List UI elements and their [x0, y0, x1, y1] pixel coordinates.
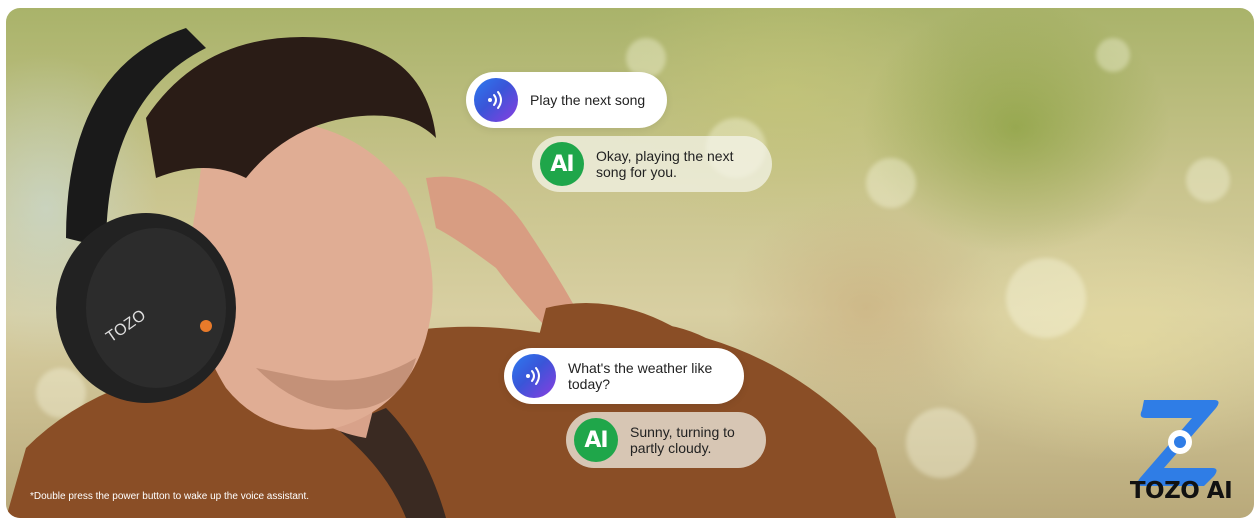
- voice-wave-icon: [474, 78, 518, 122]
- chat-message: Okay, playing the next song for you.: [596, 148, 734, 180]
- chat-bubble-ai: AI Sunny, turning to partly cloudy.: [566, 412, 766, 468]
- bokeh-light: [1096, 38, 1130, 72]
- logo-text: TOZO AI: [1129, 478, 1233, 504]
- hero-banner: TOZO Play the next song AI Okay, playing…: [6, 8, 1254, 518]
- bokeh-light: [1006, 258, 1086, 338]
- footnote: *Double press the power button to wake u…: [30, 491, 310, 502]
- chat-message: Play the next song: [530, 92, 646, 108]
- ai-badge-icon: AI: [540, 142, 584, 186]
- man-with-headphones: TOZO: [6, 28, 896, 518]
- chat-bubble-user: What's the weather like today?: [504, 348, 744, 404]
- chat-message: What's the weather like today?: [568, 360, 713, 392]
- ai-badge-icon: AI: [574, 418, 618, 462]
- chat-bubble-ai: AI Okay, playing the next song for you.: [532, 136, 772, 192]
- bokeh-light: [1186, 158, 1230, 202]
- voice-wave-icon: [512, 354, 556, 398]
- chat-bubble-user: Play the next song: [466, 72, 668, 128]
- chat-message: Sunny, turning to partly cloudy.: [630, 424, 735, 456]
- bokeh-light: [906, 408, 976, 478]
